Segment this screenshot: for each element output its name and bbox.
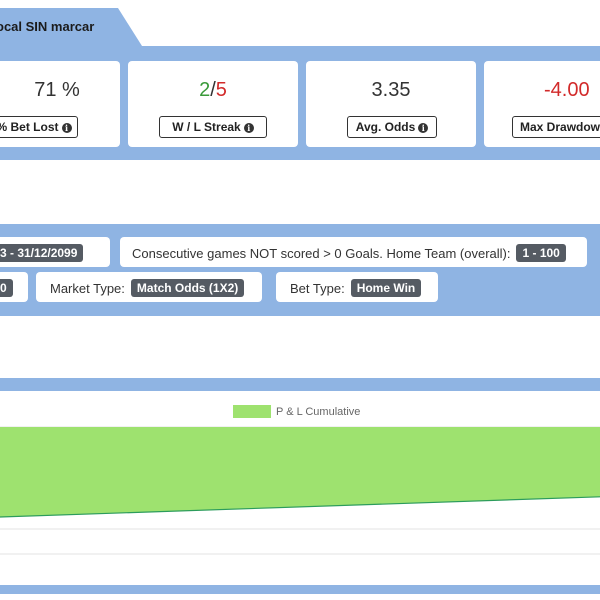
win-count: 2 [199,79,211,101]
pl-cumulative-chart: P & L Cumulative [0,405,600,555]
filter-bet-type[interactable]: Bet Type: Home Win [276,272,438,302]
filter-market-type[interactable]: Market Type: Match Odds (1X2) [36,272,262,302]
stat-value-max-drawdown: -4.00 [544,79,590,101]
stat-label-bet-lost[interactable]: % Bet Lost i [0,116,78,138]
pl-area [0,427,600,517]
consecutive-chip: 1 - 100 [516,244,566,262]
stat-label-max-drawdown[interactable]: Max Drawdow [512,116,600,138]
strategy-title-tab: ocal SIN marcar [0,8,142,46]
stats-panel: 71 % % Bet Lost i 2/5 W / L Streak i 3.35 … [0,46,600,160]
strategy-title: ocal SIN marcar [0,19,95,34]
consecutive-label: Consecutive games NOT scored > 0 Goals. … [132,246,511,261]
chart-footer-bar [0,585,600,594]
date-range-chip: 3 - 31/12/2099 [0,244,84,262]
stat-card-wl-streak: 2/5 W / L Streak i [128,61,298,147]
market-type-label: Market Type: [50,281,125,296]
legend-swatch [233,405,271,418]
filter-left-partial[interactable]: 0 [0,272,28,302]
stat-value-wl-streak: 2/5 [199,79,227,101]
filter-consecutive-games[interactable]: Consecutive games NOT scored > 0 Goals. … [120,237,587,267]
bet-type-chip: Home Win [350,279,422,297]
stat-card-avg-odds: 3.35 Avg. Odds i [306,61,476,147]
info-circle-icon[interactable]: i [418,123,429,133]
legend-label: P & L Cumulative [276,406,360,418]
stat-value-bet-lost: 71 % [34,79,80,101]
info-circle-icon[interactable]: i [61,123,72,133]
stat-label-wl-streak[interactable]: W / L Streak i [159,116,267,138]
chart-header-bar [0,378,600,391]
market-type-chip: Match Odds (1X2) [130,279,245,297]
stat-value-avg-odds: 3.35 [371,79,411,101]
loss-count: 5 [215,79,227,101]
bet-type-label: Bet Type: [290,281,345,296]
filters-panel: 3 - 31/12/2099 Consecutive games NOT sco… [0,224,600,316]
chart-legend[interactable]: P & L Cumulative [233,405,360,418]
stat-card-max-drawdown: -4.00 Max Drawdow [484,61,600,147]
info-circle-icon[interactable]: i [243,123,254,133]
filter-date-range[interactable]: 3 - 31/12/2099 [0,237,110,267]
stat-label-avg-odds[interactable]: Avg. Odds i [347,116,437,138]
stat-card-bet-lost: 71 % % Bet Lost i [0,61,120,147]
left-partial-chip: 0 [0,279,13,297]
